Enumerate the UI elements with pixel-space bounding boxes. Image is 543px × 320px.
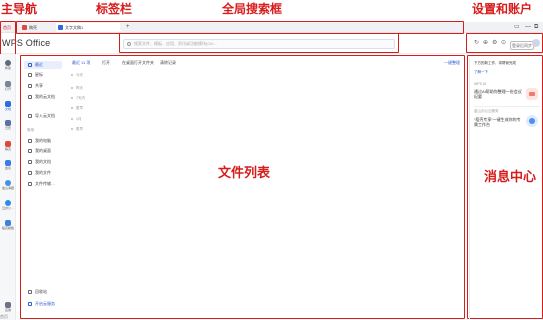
location-transfer[interactable]: 文件传输… [24, 180, 62, 188]
file-list: 最近 11 项 打开 在桌面打开文件夹 清除记录 一键整理 今天 昨天 7天内 … [66, 58, 464, 318]
folder-icon [28, 171, 32, 175]
home-indicator: 首页 [0, 314, 8, 319]
list-item[interactable]: 1月 [71, 117, 81, 122]
cloud-service-icon [526, 115, 538, 127]
nav-cloud-office[interactable]: 云办公… [1, 200, 15, 210]
annotation-box-settings [466, 33, 543, 53]
message-card[interactable]: 金山办公云服务 “稻壳专享”一键生成你的专属工作台 [474, 109, 540, 141]
cloud-icon [28, 302, 32, 306]
nav-templates[interactable]: 稻壳模板 [1, 220, 15, 230]
message-card-text: “稻壳专享”一键生成你的专属工作台 [474, 117, 521, 127]
share-icon [28, 84, 32, 88]
list-item[interactable]: 7天内 [71, 96, 85, 101]
enable-cloud-service-link[interactable]: 开启云服务 [24, 300, 62, 308]
list-item[interactable]: 更早 [71, 106, 83, 111]
list-item[interactable]: 昨天 [71, 86, 83, 91]
import-icon [28, 114, 32, 118]
open-in-desktop-folder-button[interactable]: 在桌面打开文件夹 [122, 60, 154, 66]
location-recent[interactable]: 最近 [24, 61, 62, 69]
location-recycle-bin[interactable]: 回收站 [24, 288, 62, 296]
message-center: 下方的新工作，将帮我完成 了解一下 WPS AI 通过AI帮助你整理一份会议纪要… [469, 58, 543, 320]
ai-icon [526, 88, 538, 100]
clear-history-button[interactable]: 清除记录 [160, 60, 176, 66]
message-card-tag: WPS AI [474, 82, 487, 86]
learn-more-link[interactable]: 了解一下 [474, 70, 488, 75]
annotation-main-nav: 主导航 [1, 2, 38, 16]
restore-icon[interactable]: ⧉ [534, 23, 538, 32]
star-icon [28, 73, 32, 77]
nav-open[interactable]: 打开 [1, 81, 15, 91]
annotation-file-list: 文件列表 [218, 165, 271, 180]
nav-poster[interactable]: 金山海报 [1, 180, 15, 190]
location-files[interactable]: 我的文件 [24, 169, 62, 177]
nav-new[interactable]: 新建 [1, 60, 15, 70]
location-starred[interactable]: 星标 [24, 71, 62, 79]
nav-apps[interactable]: 应用 [1, 302, 15, 312]
organize-link[interactable]: 一键整理 [444, 60, 460, 66]
list-item[interactable]: 今天 [71, 73, 83, 78]
nav-daoke[interactable]: 稿壳 [1, 141, 15, 151]
wps-home-screen: 主导航 标签栏 全局搜索框 设置和账户 首页 稿壳 文字文稿1 + ▭ — ⧉ … [0, 0, 543, 320]
desktop-icon [28, 149, 32, 153]
location-shared[interactable]: 共享 [24, 82, 62, 90]
location-cloud-docs[interactable]: 我的云文档 [24, 93, 62, 101]
message-card-text: 通过AI帮助你整理一份会议纪要 [474, 89, 522, 99]
minimize-icon[interactable]: — [525, 23, 531, 32]
cloud-icon [28, 95, 32, 99]
location-desktop[interactable]: 我的桌面 [24, 147, 62, 155]
annotation-message-center: 消息中心 [484, 169, 537, 184]
file-location-panel: 最近 星标 共享 我的云文档 导入云文档 常用 我的电脑 我的桌面 我的文档 我… [24, 58, 62, 318]
location-documents[interactable]: 我的文档 [24, 158, 62, 166]
list-item[interactable]: 更早 [71, 127, 83, 132]
folder-icon [28, 160, 32, 164]
nav-meeting[interactable]: 会议 [1, 160, 15, 170]
window-layout-icon[interactable]: ▭ [514, 23, 520, 32]
annotation-tab-bar: 标签栏 [96, 2, 133, 16]
trash-icon [28, 290, 32, 294]
annotation-settings-account: 设置和账户 [472, 2, 533, 16]
main-nav: 新建 打开 文档 日历 稿壳 会议 金山海报 云办公… 稻壳模板 应用 [0, 54, 16, 320]
section-common: 常用 [27, 128, 34, 132]
message-header: 下方的新工作，将帮我完成 [474, 61, 516, 65]
annotation-box-search [119, 33, 399, 53]
computer-icon [28, 139, 32, 143]
annotation-global-search: 全局搜索框 [222, 2, 283, 16]
open-button[interactable]: 打开 [102, 60, 110, 66]
message-card-tag: 金山办公云服务 [474, 109, 499, 113]
transfer-icon [28, 182, 32, 186]
nav-docs[interactable]: 文档 [1, 101, 15, 111]
location-my-computer[interactable]: 我的电脑 [24, 137, 62, 145]
nav-calendar[interactable]: 日历 [1, 120, 15, 130]
clock-icon [28, 63, 32, 67]
divider [474, 106, 540, 107]
filter-recent[interactable]: 最近 11 项 [72, 60, 90, 66]
location-import[interactable]: 导入云文档 [24, 112, 62, 120]
